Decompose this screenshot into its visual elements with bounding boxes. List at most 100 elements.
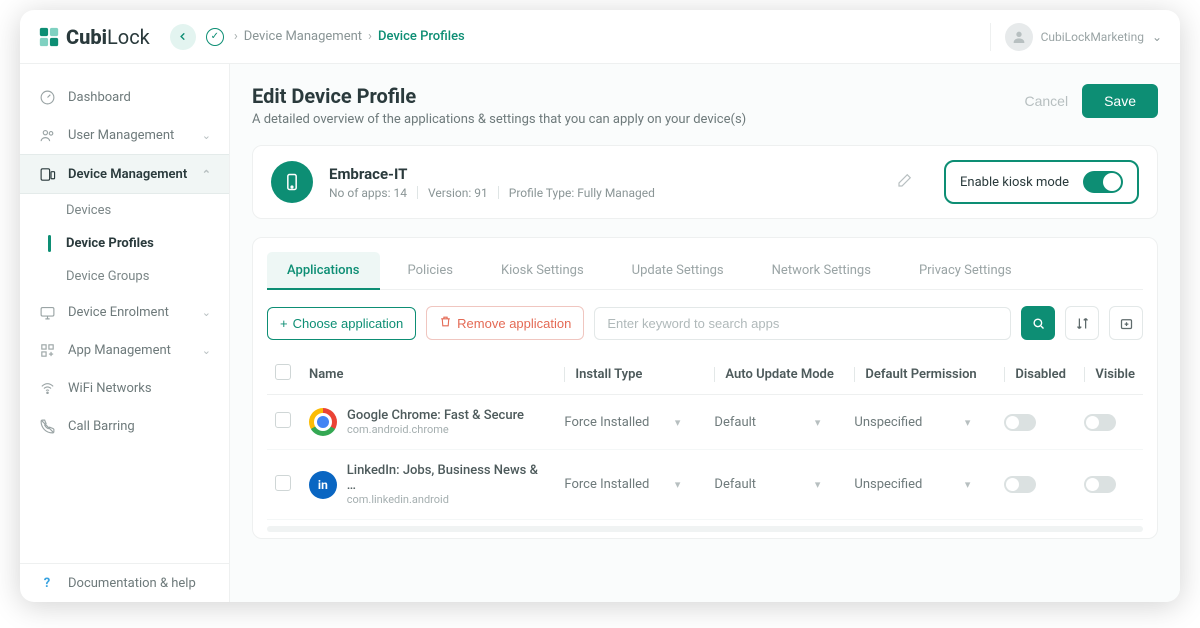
tab-policies[interactable]: Policies <box>388 252 473 289</box>
page-description: A detailed overview of the applications … <box>252 112 746 127</box>
table-row: Google Chrome: Fast & Secure com.android… <box>267 395 1143 450</box>
sidebar-item-device-management[interactable]: Device Management ⌃ <box>20 154 229 194</box>
breadcrumb-level1[interactable]: Device Management <box>244 29 362 44</box>
disabled-toggle[interactable] <box>1004 476 1036 493</box>
chevron-down-icon: ▾ <box>815 478 821 491</box>
choose-application-button[interactable]: + Choose application <box>267 307 416 340</box>
search-button[interactable] <box>1021 306 1055 340</box>
row-checkbox[interactable] <box>275 475 291 491</box>
kiosk-toggle[interactable] <box>1083 171 1123 193</box>
sidebar-item-label: Device Management <box>68 167 187 182</box>
profile-meta: No of apps: 14 Version: 91 Profile Type:… <box>329 186 655 200</box>
tab-privacy-settings[interactable]: Privacy Settings <box>899 252 1032 289</box>
sidebar-sub-device-profiles[interactable]: Device Profiles <box>20 227 229 260</box>
col-update[interactable]: Auto Update Mode <box>714 367 833 382</box>
horizontal-scrollbar[interactable] <box>267 526 1143 532</box>
profile-name: Embrace-IT <box>329 165 655 183</box>
monitor-icon <box>38 303 56 321</box>
remove-application-button[interactable]: Remove application <box>426 306 584 340</box>
col-disabled[interactable]: Disabled <box>1004 367 1066 382</box>
sidebar-item-device-enrolment[interactable]: Device Enrolment ⌄ <box>20 293 229 331</box>
edit-profile-button[interactable] <box>896 171 914 193</box>
sidebar-item-label: User Management <box>68 128 174 143</box>
gauge-icon <box>38 88 56 106</box>
app-package: com.linkedin.android <box>347 493 549 506</box>
permission-select[interactable]: Unspecified▾ <box>854 477 988 492</box>
update-mode-select[interactable]: Default▾ <box>714 477 838 492</box>
sidebar-sub-device-groups[interactable]: Device Groups <box>20 260 229 293</box>
sidebar-item-dashboard[interactable]: Dashboard <box>20 78 229 116</box>
tabs: Applications Policies Kiosk Settings Upd… <box>267 252 1143 290</box>
brand-logo: CubiLock <box>38 25 150 49</box>
disabled-toggle[interactable] <box>1004 414 1036 431</box>
breadcrumb: ✓ › Device Management › Device Profiles <box>206 28 465 46</box>
app-icon: in <box>309 471 337 499</box>
trash-icon <box>439 315 452 331</box>
sidebar-item-wifi[interactable]: WiFi Networks <box>20 369 229 407</box>
sidebar-item-label: Call Barring <box>68 419 135 434</box>
breadcrumb-sep: › <box>368 29 372 44</box>
content-panel: Applications Policies Kiosk Settings Upd… <box>252 237 1158 539</box>
sidebar-item-help[interactable]: ? Documentation & help <box>20 564 229 602</box>
col-install[interactable]: Install Type <box>564 367 642 382</box>
sidebar-item-app-management[interactable]: App Management ⌄ <box>20 331 229 369</box>
breadcrumb-level2[interactable]: Device Profiles <box>378 29 465 44</box>
chevron-down-icon: ⌄ <box>1152 30 1162 44</box>
back-button[interactable] <box>170 24 196 50</box>
app-package: com.android.chrome <box>347 423 524 436</box>
sidebar: Dashboard User Management ⌄ Device Manag… <box>20 64 230 602</box>
user-menu[interactable]: CubiLockMarketing ⌄ <box>990 23 1162 51</box>
col-name[interactable]: Name <box>301 354 556 395</box>
tab-kiosk-settings[interactable]: Kiosk Settings <box>481 252 604 289</box>
app-cell: in LinkedIn: Jobs, Business News & … com… <box>309 463 548 506</box>
sidebar-item-label: App Management <box>68 343 171 358</box>
install-type-select[interactable]: Force Installed▾ <box>564 477 698 492</box>
export-button[interactable] <box>1109 306 1143 340</box>
chevron-down-icon: ▾ <box>815 416 821 429</box>
chevron-down-icon: ⌄ <box>202 306 211 319</box>
chevron-down-icon: ▾ <box>965 416 971 429</box>
chevron-down-icon: ⌄ <box>202 129 211 142</box>
home-crumb-icon[interactable]: ✓ <box>206 28 224 46</box>
update-mode-select[interactable]: Default▾ <box>714 415 838 430</box>
cancel-button[interactable]: Cancel <box>1024 93 1068 109</box>
sidebar-sub-label: Device Groups <box>66 269 149 284</box>
col-visible[interactable]: Visible <box>1084 367 1135 382</box>
grid-icon <box>38 341 56 359</box>
kiosk-mode-box: Enable kiosk mode <box>944 160 1139 204</box>
visible-toggle[interactable] <box>1084 414 1116 431</box>
search-input[interactable] <box>594 307 1011 340</box>
tab-update-settings[interactable]: Update Settings <box>612 252 744 289</box>
type-label: Profile Type: <box>509 186 574 200</box>
apps-label: No of apps: <box>329 186 390 200</box>
install-type-select[interactable]: Force Installed▾ <box>564 415 698 430</box>
sidebar-subnav: Devices Device Profiles Device Groups <box>20 194 229 293</box>
version-value: 91 <box>474 186 488 200</box>
brand-text-2: Lock <box>107 25 150 49</box>
user-name: CubiLockMarketing <box>1041 30 1144 44</box>
avatar-icon <box>1005 23 1033 51</box>
visible-toggle[interactable] <box>1084 476 1116 493</box>
save-button[interactable]: Save <box>1082 84 1158 118</box>
col-permission[interactable]: Default Permission <box>854 367 976 382</box>
version-label: Version: <box>428 186 471 200</box>
permission-select[interactable]: Unspecified▾ <box>854 415 988 430</box>
applications-table: Name Install Type Auto Update Mode Defau… <box>267 354 1143 520</box>
breadcrumb-sep: › <box>234 29 238 44</box>
select-all-checkbox[interactable] <box>275 364 291 380</box>
logo-mark-icon <box>38 26 60 48</box>
sidebar-item-user-management[interactable]: User Management ⌄ <box>20 116 229 154</box>
chevron-down-icon: ⌄ <box>202 344 211 357</box>
tab-applications[interactable]: Applications <box>267 252 380 289</box>
phone-off-icon <box>38 417 56 435</box>
sidebar-item-call-barring[interactable]: Call Barring <box>20 407 229 445</box>
remove-label: Remove application <box>457 316 571 331</box>
sort-button[interactable] <box>1065 306 1099 340</box>
row-checkbox[interactable] <box>275 412 291 428</box>
sidebar-sub-devices[interactable]: Devices <box>20 194 229 227</box>
app-icon <box>309 408 337 436</box>
choose-label: Choose application <box>293 316 404 331</box>
users-icon <box>38 126 56 144</box>
chevron-down-icon: ▾ <box>675 478 681 491</box>
tab-network-settings[interactable]: Network Settings <box>752 252 891 289</box>
